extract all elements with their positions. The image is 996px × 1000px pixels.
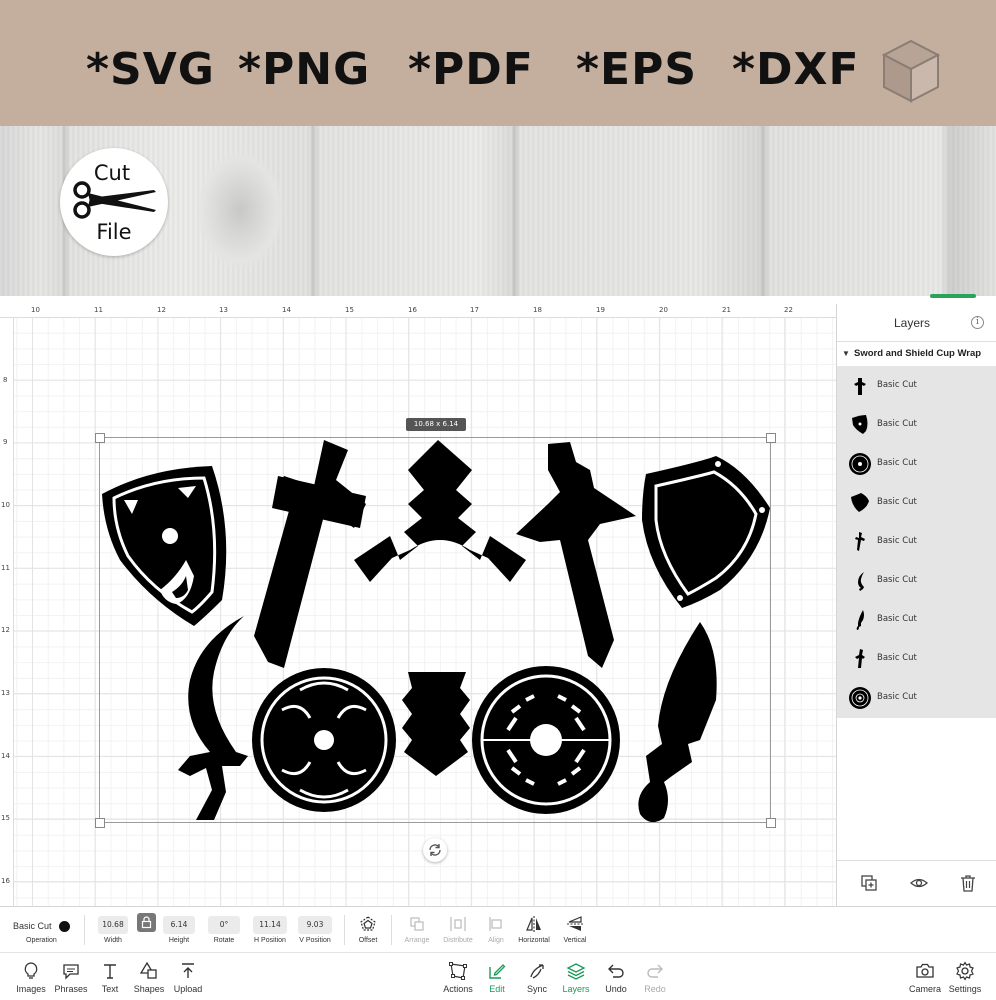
nav-redo[interactable]: Redo xyxy=(633,957,677,999)
h-position-label: H Position xyxy=(254,937,286,944)
distribute-label: Distribute xyxy=(443,937,473,944)
layer-item[interactable]: Basic Cut xyxy=(837,600,996,639)
toolbar-divider xyxy=(84,915,85,945)
scimitar-icon xyxy=(858,572,864,591)
layer-item-label: Basic Cut xyxy=(877,419,917,429)
lock-icon xyxy=(141,916,152,929)
layer-list: Basic Cut Basic Cut Basic Cut Basic Cut xyxy=(837,366,996,718)
nav-redo-label: Redo xyxy=(644,984,666,994)
toolbar-divider xyxy=(391,915,392,945)
trash-icon[interactable] xyxy=(958,873,978,893)
width-field[interactable]: 10.68 xyxy=(98,916,128,934)
camera-icon xyxy=(916,963,934,978)
undo-icon xyxy=(608,964,624,978)
nav-upload-label: Upload xyxy=(173,984,203,994)
operation-value[interactable]: Basic Cut xyxy=(13,921,52,931)
duplicate-icon[interactable] xyxy=(859,873,879,893)
rotate-field[interactable]: 0° xyxy=(208,916,240,934)
round-shield-icon xyxy=(849,453,871,475)
resize-handle-top-right[interactable] xyxy=(766,433,776,443)
layer-item[interactable]: Basic Cut xyxy=(837,561,996,600)
operation-color-swatch[interactable] xyxy=(59,921,70,932)
rotate-icon xyxy=(429,844,441,856)
layer-item-label: Basic Cut xyxy=(877,575,917,585)
layer-item[interactable]: Basic Cut xyxy=(837,639,996,678)
broadsword-icon xyxy=(855,649,865,668)
ornate-round-shield-icon xyxy=(849,687,871,709)
resize-handle-bottom-right[interactable] xyxy=(766,818,776,828)
lightbulb-icon xyxy=(24,962,38,979)
layer-item-label: Basic Cut xyxy=(877,614,917,624)
short-sword-icon xyxy=(856,610,864,630)
nav-upload[interactable]: Upload xyxy=(166,957,210,999)
layer-item-label: Basic Cut xyxy=(877,653,917,663)
align-label: Align xyxy=(488,937,504,944)
heater-shield-icon xyxy=(851,493,869,512)
resize-handle-top-left[interactable] xyxy=(95,433,105,443)
layers-panel: Layers i ▼ Sword and Shield Cup Wrap Bas… xyxy=(836,304,996,906)
nav-settings[interactable]: Settings xyxy=(943,957,987,999)
dotted-shield-icon xyxy=(852,415,868,434)
vertical-label: Vertical xyxy=(563,937,587,944)
layers-header: Layers i xyxy=(837,304,996,342)
flip-horizontal-icon[interactable] xyxy=(525,915,543,933)
flip-vertical-icon[interactable] xyxy=(566,915,584,933)
v-position-label: V Position xyxy=(299,937,331,944)
upload-icon xyxy=(182,963,194,978)
edit-icon xyxy=(489,964,506,979)
sword-hilt-icon xyxy=(854,378,866,395)
rotate-button[interactable] xyxy=(423,838,447,862)
text-icon xyxy=(104,964,116,979)
h-position-field[interactable]: 11.14 xyxy=(253,916,287,934)
layer-item[interactable]: Basic Cut xyxy=(837,483,996,522)
layer-group-name: Sword and Shield Cup Wrap xyxy=(854,348,982,359)
layer-item[interactable]: Basic Cut xyxy=(837,678,996,717)
rotate-label: Rotate xyxy=(213,937,235,944)
layers-title: Layers xyxy=(893,316,931,330)
layer-item[interactable]: Basic Cut xyxy=(837,444,996,483)
speech-bubble-icon xyxy=(63,964,79,980)
height-field[interactable]: 6.14 xyxy=(163,916,195,934)
cross-sword-icon xyxy=(855,532,865,551)
height-label: Height xyxy=(168,937,190,944)
resize-handle-bottom-left[interactable] xyxy=(95,818,105,828)
redo-icon xyxy=(647,964,663,978)
offset-label: Offset xyxy=(358,937,378,944)
shapes-icon xyxy=(139,961,157,979)
dimensions-label: 10.68 x 6.14 xyxy=(406,418,466,431)
bottom-nav: Images Phrases Text Shapes Upload Action… xyxy=(0,952,996,1000)
arrange-label: Arrange xyxy=(404,937,430,944)
lock-aspect-button[interactable] xyxy=(137,913,156,932)
layer-item-label: Basic Cut xyxy=(877,380,917,390)
layer-item-label: Basic Cut xyxy=(877,458,917,468)
layer-group[interactable]: ▼ Sword and Shield Cup Wrap xyxy=(837,344,996,366)
distribute-icon[interactable] xyxy=(449,915,467,933)
align-icon[interactable] xyxy=(487,915,505,933)
actions-icon xyxy=(449,962,467,980)
layer-item-label: Basic Cut xyxy=(877,497,917,507)
layer-item[interactable]: Basic Cut xyxy=(837,405,996,444)
toolbar-divider xyxy=(344,915,345,945)
horizontal-label: Horizontal xyxy=(518,937,550,944)
width-label: Width xyxy=(104,937,122,944)
caret-down-icon[interactable]: ▼ xyxy=(842,349,850,358)
eye-icon[interactable] xyxy=(909,873,929,893)
selection-box[interactable] xyxy=(99,437,771,823)
info-icon[interactable]: i xyxy=(971,316,984,329)
layer-item[interactable]: Basic Cut xyxy=(837,522,996,561)
layers-icon xyxy=(566,963,586,980)
gear-icon xyxy=(956,961,974,981)
layer-item-label: Basic Cut xyxy=(877,692,917,702)
layer-item-label: Basic Cut xyxy=(877,536,917,546)
layer-item[interactable]: Basic Cut xyxy=(837,366,996,405)
arrange-icon[interactable] xyxy=(408,915,426,933)
offset-icon[interactable] xyxy=(359,915,377,933)
v-position-field[interactable]: 9.03 xyxy=(298,916,332,934)
layers-footer xyxy=(837,860,996,906)
operation-label: Operation xyxy=(26,937,57,944)
nav-settings-label: Settings xyxy=(948,984,982,994)
sync-icon xyxy=(530,964,544,979)
